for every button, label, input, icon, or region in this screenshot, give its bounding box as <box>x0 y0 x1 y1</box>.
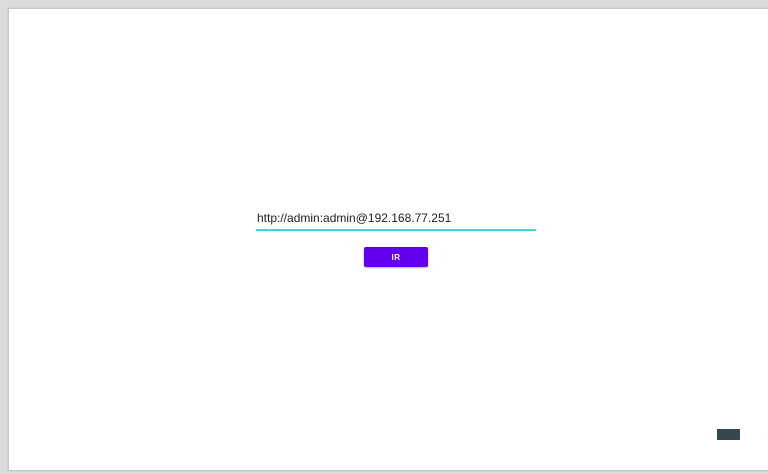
url-input[interactable]: http://admin:admin@192.168.77.251 <box>256 207 536 231</box>
go-button[interactable]: IR <box>364 247 428 267</box>
keyboard-icon[interactable] <box>717 429 740 440</box>
app-window: http://admin:admin@192.168.77.251 IR <box>8 8 768 471</box>
